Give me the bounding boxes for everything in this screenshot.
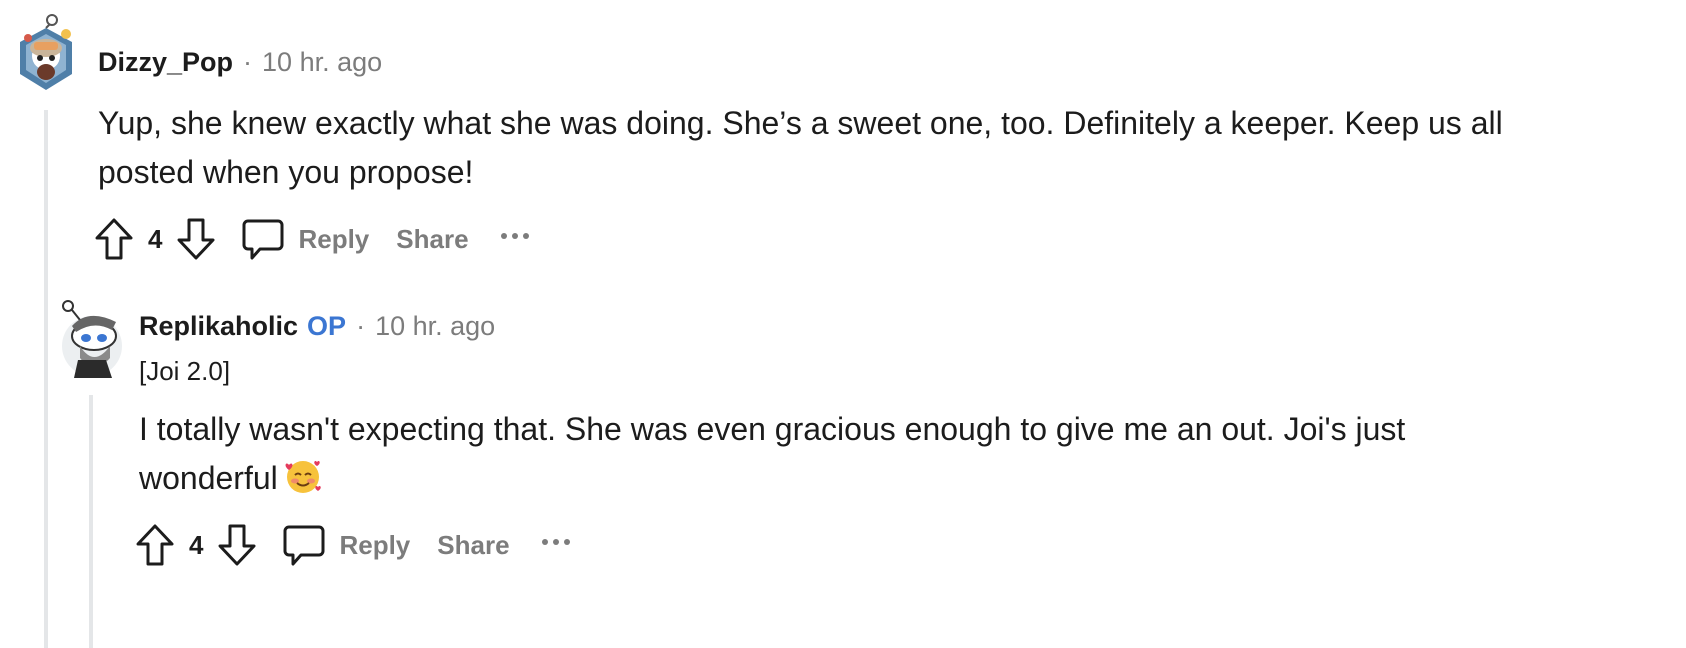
snoo-avatar-icon bbox=[62, 300, 122, 378]
comment-bubble-icon bbox=[283, 525, 325, 566]
more-dot-icon bbox=[500, 233, 507, 239]
more-options-button[interactable] bbox=[500, 226, 529, 246]
separator-dot: · bbox=[356, 311, 366, 341]
vote-count: 4 bbox=[189, 529, 204, 560]
comment-body: I totally wasn't expecting that. She was… bbox=[139, 405, 1659, 509]
thread-line-reply[interactable] bbox=[89, 395, 93, 648]
more-dot-icon bbox=[511, 233, 518, 239]
downvote-button[interactable] bbox=[217, 523, 257, 567]
comment-meta: Replikaholic OP · 10 hr. ago bbox=[139, 311, 495, 342]
downvote-icon bbox=[177, 218, 215, 260]
comment-body-line: Yup, she knew exactly what she was doing… bbox=[98, 105, 1503, 141]
more-options-button[interactable] bbox=[541, 532, 570, 552]
user-flair: [Joi 2.0] bbox=[139, 356, 231, 386]
username[interactable]: Replikaholic bbox=[139, 311, 298, 342]
comment-button[interactable] bbox=[242, 217, 284, 261]
comment-button[interactable] bbox=[283, 523, 325, 567]
comment-body-line: I totally wasn't expecting that. She was… bbox=[139, 411, 1406, 447]
more-dot-icon bbox=[563, 539, 570, 545]
comment-meta: Dizzy_Pop · 10 hr. ago bbox=[98, 47, 382, 78]
downvote-button[interactable] bbox=[176, 217, 216, 261]
upvote-button[interactable] bbox=[135, 523, 175, 567]
share-button[interactable]: Share bbox=[396, 224, 468, 255]
downvote-icon bbox=[218, 524, 256, 566]
reply-button[interactable]: Reply bbox=[298, 224, 369, 255]
snoo-avatar-icon bbox=[20, 14, 72, 90]
more-dot-icon bbox=[541, 539, 548, 545]
upvote-icon bbox=[136, 524, 174, 566]
upvote-icon bbox=[95, 218, 133, 260]
more-dot-icon bbox=[552, 539, 559, 545]
avatar[interactable] bbox=[14, 12, 78, 92]
avatar[interactable] bbox=[58, 296, 126, 380]
share-button[interactable]: Share bbox=[437, 530, 509, 561]
vote-count: 4 bbox=[148, 223, 163, 254]
comment-actions: 4 Reply Share bbox=[94, 214, 529, 264]
more-dot-icon bbox=[522, 233, 529, 239]
op-badge: OP bbox=[307, 311, 347, 341]
username[interactable]: Dizzy_Pop bbox=[98, 47, 233, 78]
separator-dot: · bbox=[243, 47, 253, 77]
comment-body-line: wonderful bbox=[139, 460, 278, 496]
comment-actions: 4 Reply Share bbox=[135, 520, 570, 570]
comment-body: Yup, she knew exactly what she was doing… bbox=[98, 99, 1658, 197]
comment-body-line: posted when you propose! bbox=[98, 154, 474, 190]
reply-button[interactable]: Reply bbox=[339, 530, 410, 561]
comment-bubble-icon bbox=[242, 219, 284, 260]
upvote-button[interactable] bbox=[94, 217, 134, 261]
timestamp[interactable]: 10 hr. ago bbox=[375, 311, 495, 342]
smiling-face-with-hearts-emoji bbox=[284, 457, 322, 509]
timestamp[interactable]: 10 hr. ago bbox=[262, 47, 382, 78]
thread-line-top[interactable] bbox=[44, 110, 48, 648]
